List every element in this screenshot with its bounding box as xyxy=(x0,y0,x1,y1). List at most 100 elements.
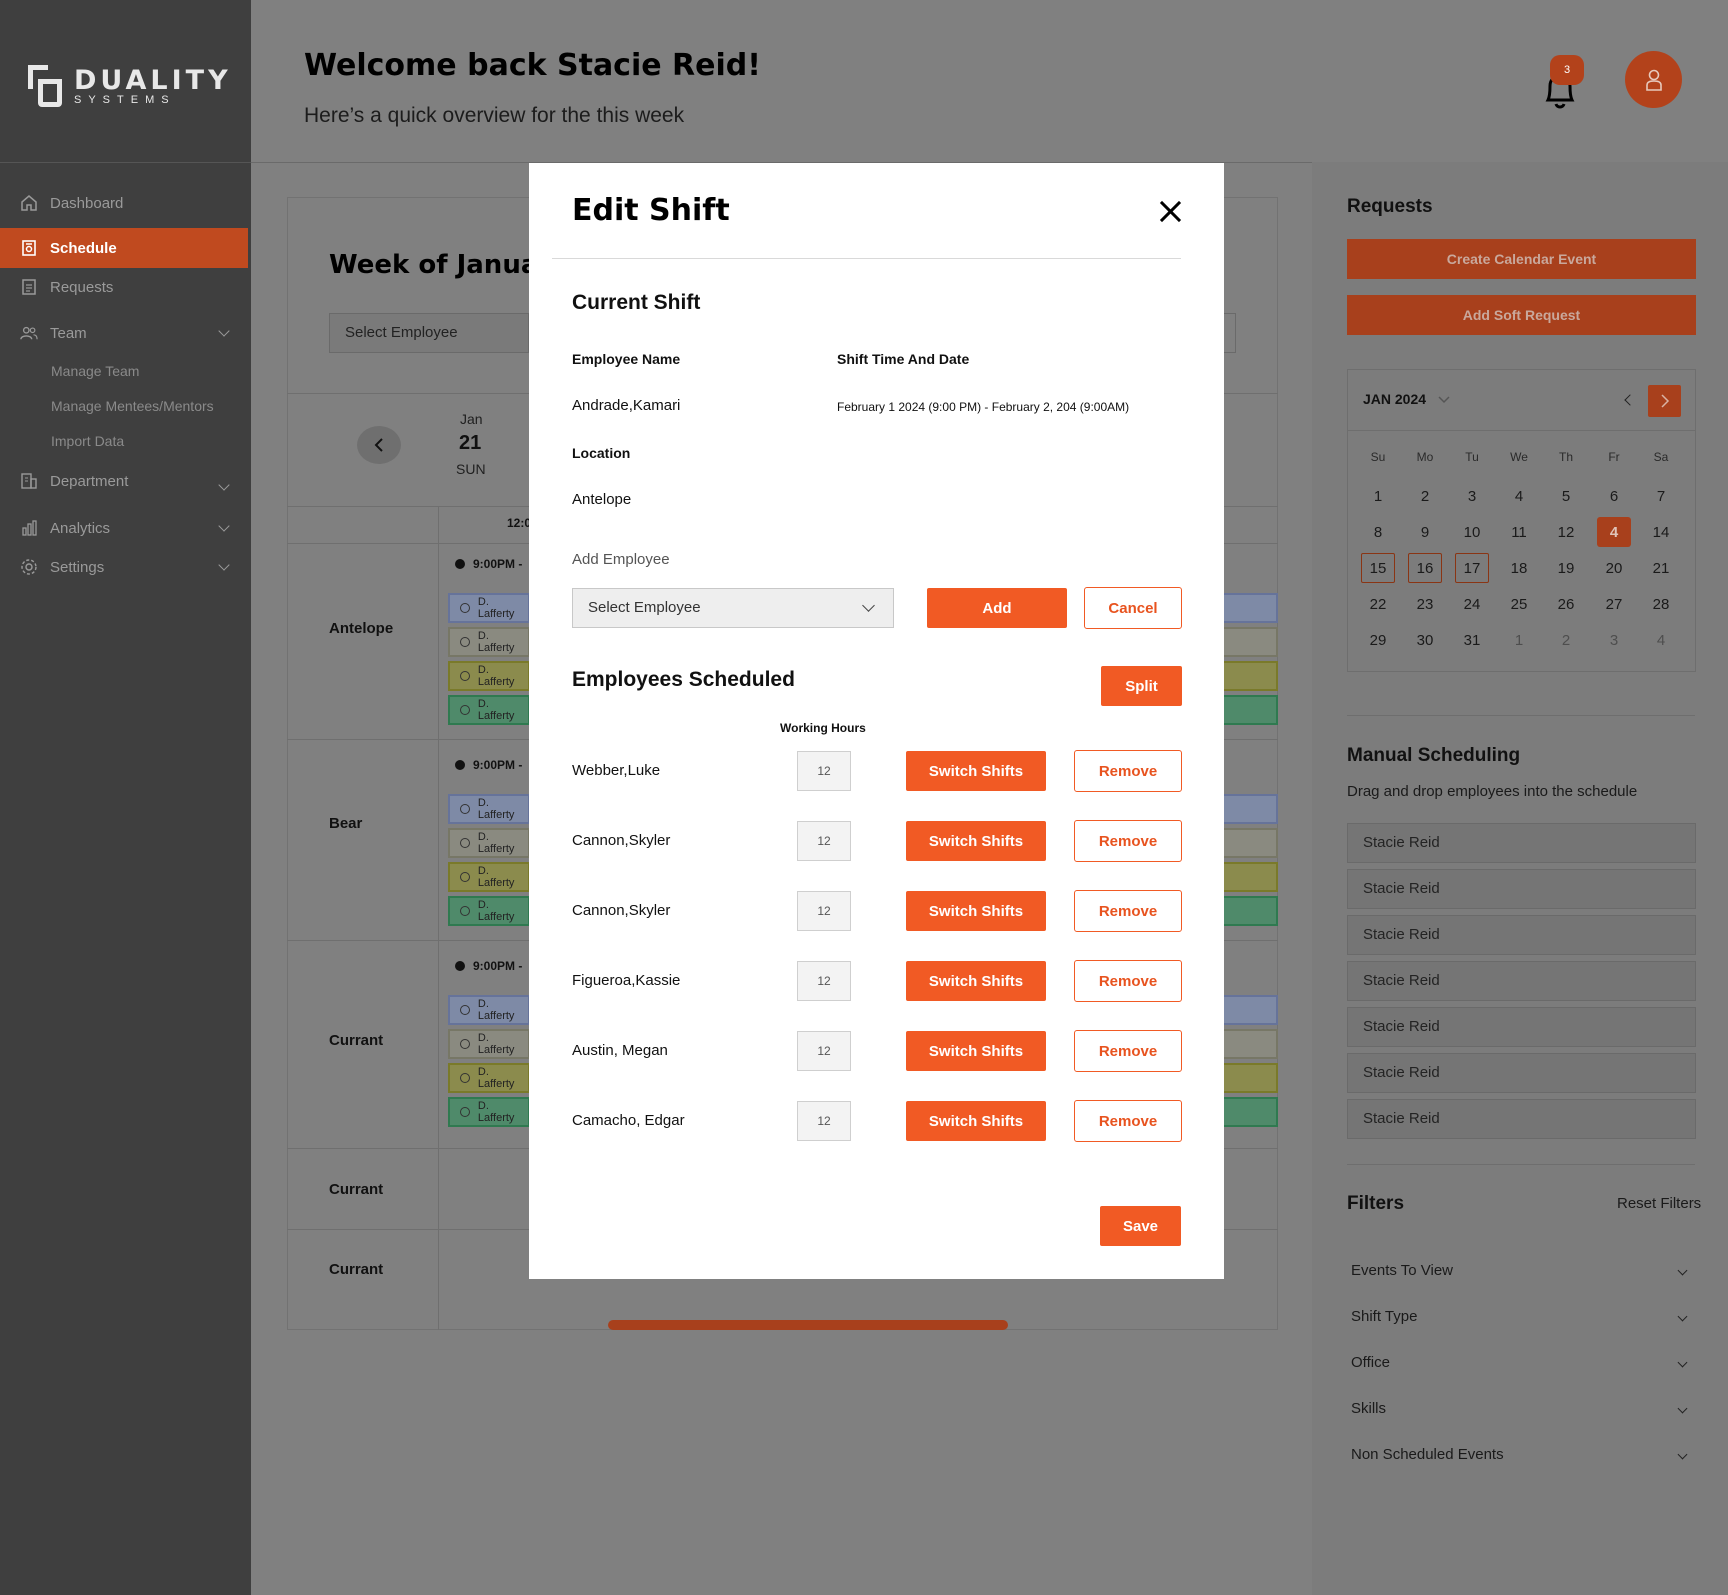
add-soft-request-button[interactable]: Add Soft Request xyxy=(1347,295,1696,335)
shift-bar[interactable] xyxy=(1222,593,1278,623)
calendar-day[interactable]: 26 xyxy=(1549,589,1583,619)
sidebar-item-dashboard[interactable]: Dashboard xyxy=(0,183,248,223)
calendar-day[interactable]: 9 xyxy=(1408,517,1442,547)
calendar-day[interactable]: 10 xyxy=(1455,517,1489,547)
shift-chip[interactable]: D. Lafferty xyxy=(448,1097,530,1127)
calendar-day[interactable]: 14 xyxy=(1644,517,1678,547)
working-hours-input[interactable]: 12 xyxy=(797,891,851,931)
calendar-day[interactable]: 30 xyxy=(1408,625,1442,655)
shift-bar[interactable] xyxy=(1222,1029,1278,1059)
shift-chip[interactable]: D. Lafferty xyxy=(448,995,530,1025)
draggable-employee[interactable]: Stacie Reid xyxy=(1347,869,1696,909)
calendar-day[interactable]: 12 xyxy=(1549,517,1583,547)
working-hours-input[interactable]: 12 xyxy=(797,751,851,791)
split-button[interactable]: Split xyxy=(1101,666,1182,706)
calendar-day[interactable]: 19 xyxy=(1549,553,1583,583)
shift-chip[interactable]: D. Lafferty xyxy=(448,862,530,892)
sidebar-item-analytics[interactable]: Analytics xyxy=(0,508,248,548)
calendar-day[interactable]: 24 xyxy=(1455,589,1489,619)
switch-shifts-button[interactable]: Switch Shifts xyxy=(906,751,1046,791)
shift-bar[interactable] xyxy=(1222,1097,1278,1127)
switch-shifts-button[interactable]: Switch Shifts xyxy=(906,1101,1046,1141)
previous-week-button[interactable] xyxy=(357,426,401,464)
sidebar-item-schedule[interactable]: Schedule xyxy=(0,228,248,268)
calendar-day[interactable]: 8 xyxy=(1361,517,1395,547)
schedule-employee-select[interactable]: Select Employee xyxy=(329,313,529,353)
shift-chip[interactable]: D. Lafferty xyxy=(448,627,530,657)
switch-shifts-button[interactable]: Switch Shifts xyxy=(906,821,1046,861)
shift-chip[interactable]: D. Lafferty xyxy=(448,794,530,824)
calendar-day[interactable]: 22 xyxy=(1361,589,1395,619)
calendar-day[interactable]: 1 xyxy=(1502,625,1536,655)
reset-filters-link[interactable]: Reset Filters xyxy=(1617,1195,1701,1212)
calendar-day[interactable]: 23 xyxy=(1408,589,1442,619)
working-hours-input[interactable]: 12 xyxy=(797,1031,851,1071)
calendar-day[interactable]: 6 xyxy=(1597,481,1631,511)
schedule-scrollbar[interactable] xyxy=(608,1320,1008,1330)
filter-non-scheduled-events[interactable]: Non Scheduled Events xyxy=(1351,1446,1691,1463)
shift-bar[interactable] xyxy=(1222,627,1278,657)
switch-shifts-button[interactable]: Switch Shifts xyxy=(906,1031,1046,1071)
shift-bar[interactable] xyxy=(1222,794,1278,824)
user-avatar[interactable] xyxy=(1625,51,1682,108)
filter-events-to-view[interactable]: Events To View xyxy=(1351,1262,1691,1279)
shift-chip[interactable]: D. Lafferty xyxy=(448,661,530,691)
sidebar-subitem-import-data[interactable]: Import Data xyxy=(51,433,124,449)
calendar-day[interactable]: 20 xyxy=(1597,553,1631,583)
employee-select[interactable]: Select Employee xyxy=(572,588,894,628)
draggable-employee[interactable]: Stacie Reid xyxy=(1347,823,1696,863)
switch-shifts-button[interactable]: Switch Shifts xyxy=(906,961,1046,1001)
remove-button[interactable]: Remove xyxy=(1074,820,1182,862)
calendar-day[interactable]: 17 xyxy=(1455,553,1489,583)
add-button[interactable]: Add xyxy=(927,588,1067,628)
calendar-day[interactable]: 11 xyxy=(1502,517,1536,547)
cancel-button[interactable]: Cancel xyxy=(1084,587,1182,629)
calendar-day[interactable]: 21 xyxy=(1644,553,1678,583)
remove-button[interactable]: Remove xyxy=(1074,960,1182,1002)
working-hours-input[interactable]: 12 xyxy=(797,821,851,861)
create-calendar-event-button[interactable]: Create Calendar Event xyxy=(1347,239,1696,279)
calendar-day[interactable]: 3 xyxy=(1455,481,1489,511)
draggable-employee[interactable]: Stacie Reid xyxy=(1347,1007,1696,1047)
shift-chip[interactable]: D. Lafferty xyxy=(448,1029,530,1059)
sidebar-item-requests[interactable]: Requests xyxy=(0,267,248,307)
shift-chip[interactable]: D. Lafferty xyxy=(448,896,530,926)
calendar-day[interactable]: 5 xyxy=(1549,481,1583,511)
calendar-day[interactable]: 1 xyxy=(1361,481,1395,511)
calendar-day[interactable]: 31 xyxy=(1455,625,1489,655)
calendar-day[interactable]: 28 xyxy=(1644,589,1678,619)
sidebar-subitem-manage-mentors[interactable]: Manage Mentees/Mentors xyxy=(51,398,214,414)
working-hours-input[interactable]: 12 xyxy=(797,961,851,1001)
shift-bar[interactable] xyxy=(1222,695,1278,725)
sidebar-subitem-manage-team[interactable]: Manage Team xyxy=(51,363,139,379)
shift-chip[interactable]: D. Lafferty xyxy=(448,1063,530,1093)
calendar-next-button[interactable] xyxy=(1648,385,1681,417)
shift-bar[interactable] xyxy=(1222,1063,1278,1093)
draggable-employee[interactable]: Stacie Reid xyxy=(1347,1053,1696,1093)
draggable-employee[interactable]: Stacie Reid xyxy=(1347,961,1696,1001)
remove-button[interactable]: Remove xyxy=(1074,1030,1182,1072)
save-button[interactable]: Save xyxy=(1100,1206,1181,1246)
calendar-day[interactable]: 15 xyxy=(1361,553,1395,583)
calendar-day[interactable]: 25 xyxy=(1502,589,1536,619)
shift-chip[interactable]: D. Lafferty xyxy=(448,828,530,858)
shift-chip[interactable]: D. Lafferty xyxy=(448,695,530,725)
filter-shift-type[interactable]: Shift Type xyxy=(1351,1308,1691,1325)
calendar-month-select[interactable]: JAN 2024 xyxy=(1363,391,1450,407)
calendar-day[interactable]: 4 xyxy=(1597,517,1631,547)
shift-bar[interactable] xyxy=(1222,661,1278,691)
calendar-day[interactable]: 4 xyxy=(1502,481,1536,511)
calendar-day[interactable]: 27 xyxy=(1597,589,1631,619)
brand-logo[interactable]: DUALITY SYSTEMS xyxy=(26,62,232,110)
calendar-day[interactable]: 7 xyxy=(1644,481,1678,511)
shift-bar[interactable] xyxy=(1222,896,1278,926)
filter-office[interactable]: Office xyxy=(1351,1354,1691,1371)
shift-bar[interactable] xyxy=(1222,995,1278,1025)
draggable-employee[interactable]: Stacie Reid xyxy=(1347,915,1696,955)
calendar-day[interactable]: 4 xyxy=(1644,625,1678,655)
shift-bar[interactable] xyxy=(1222,828,1278,858)
calendar-day[interactable]: 3 xyxy=(1597,625,1631,655)
draggable-employee[interactable]: Stacie Reid xyxy=(1347,1099,1696,1139)
remove-button[interactable]: Remove xyxy=(1074,1100,1182,1142)
shift-chip[interactable]: D. Lafferty xyxy=(448,593,530,623)
